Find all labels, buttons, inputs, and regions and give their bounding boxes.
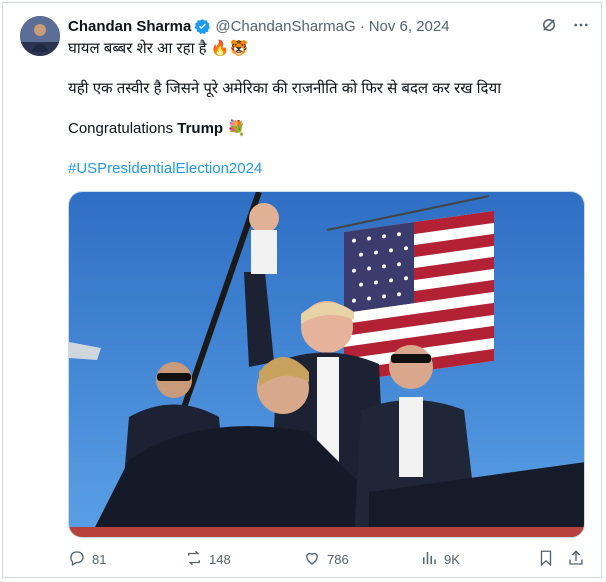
more-icon[interactable]: [572, 16, 590, 34]
header-actions: [540, 16, 590, 34]
like-button[interactable]: 786: [303, 549, 349, 570]
reply-count: 81: [92, 551, 107, 567]
author-handle[interactable]: @ChandanSharmaG: [215, 18, 355, 35]
tweet-actions: 81 148 786 9K: [68, 548, 585, 570]
grok-icon[interactable]: [540, 16, 558, 34]
verified-badge-icon: [194, 18, 211, 35]
views-button[interactable]: 9K: [420, 549, 460, 570]
tweet-date[interactable]: Nov 6, 2024: [369, 18, 450, 35]
bookmark-button[interactable]: [537, 549, 555, 570]
trump-bold-text: Trump: [177, 120, 224, 137]
author-name[interactable]: Chandan Sharma: [68, 18, 191, 35]
tweet-text-line-2: यही एक तस्वीर है जिसने पूरे अमेरिका की र…: [68, 80, 502, 97]
reply-icon: [68, 549, 86, 570]
tweet-text-line-1: घायल बब्बर शेर आ रहा है 🔥🐯: [68, 40, 249, 57]
reply-button[interactable]: 81: [68, 549, 106, 570]
repost-count: 148: [209, 551, 231, 567]
repost-button[interactable]: 148: [185, 549, 231, 570]
hashtag-link[interactable]: #USPresidentialElection2024: [68, 159, 262, 179]
views-icon: [420, 549, 438, 570]
heart-icon: [303, 549, 321, 570]
bookmark-icon: [537, 549, 555, 570]
views-count: 9K: [444, 551, 460, 567]
repost-icon: [185, 549, 203, 570]
tweet-photo[interactable]: [68, 191, 585, 538]
tweet-text-line-3: Congratulations Trump 💐: [68, 119, 246, 139]
share-icon: [567, 549, 585, 570]
congrats-text: Congratulations: [68, 120, 178, 137]
tweet-header: Chandan Sharma @ChandanSharmaG · Nov 6, …: [68, 15, 450, 37]
bouquet-emoji: 💐: [223, 120, 246, 137]
share-button[interactable]: [567, 549, 585, 570]
like-count: 786: [327, 551, 349, 567]
author-avatar[interactable]: [20, 16, 60, 56]
separator-dot: ·: [359, 17, 365, 35]
